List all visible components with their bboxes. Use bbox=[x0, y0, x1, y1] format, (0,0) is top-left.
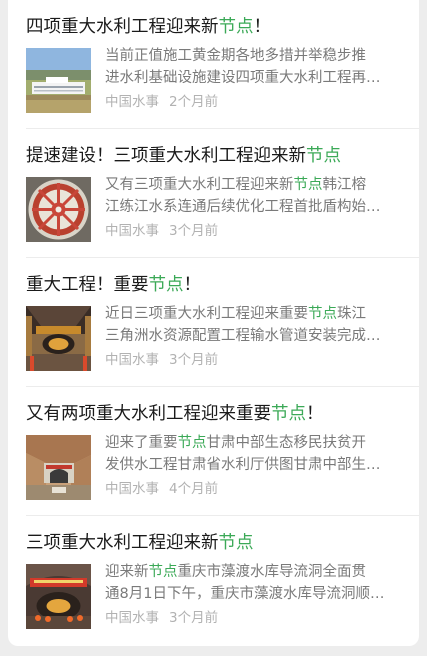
title-text: 三项重大水利工程迎来新 bbox=[26, 533, 219, 553]
article-time: 3个月前 bbox=[169, 610, 219, 626]
title-keyword-highlight: 节点 bbox=[218, 17, 254, 37]
article-thumbnail[interactable] bbox=[26, 306, 91, 371]
news-list-item[interactable]: 又有两项重大水利工程迎来重要节点！ 迎来了重要节点甘肃中部生态移民扶贫开 发供水… bbox=[8, 387, 419, 516]
canyon-tunnel-portal-photo-icon bbox=[26, 435, 91, 500]
article-title[interactable]: 重大工程！重要节点！ bbox=[26, 274, 409, 296]
article-meta: 中国水事 3个月前 bbox=[105, 609, 218, 627]
pipeline-construction-photo-icon bbox=[26, 306, 91, 371]
snippet-text: 又有三项重大水利工程迎来新 bbox=[105, 177, 294, 193]
snippet-line-1: 迎来了重要节点甘肃中部生态移民扶贫开 bbox=[105, 432, 405, 454]
article-time: 3个月前 bbox=[169, 352, 219, 368]
article-source: 中国水事 bbox=[105, 610, 159, 626]
snippet-text: 珠江 bbox=[337, 306, 366, 322]
article-meta: 中国水事 3个月前 bbox=[105, 222, 218, 240]
snippet-text: 迎来了重要 bbox=[105, 435, 178, 451]
article-meta: 中国水事 3个月前 bbox=[105, 351, 218, 369]
article-snippet: 当前正值施工黄金期各地多措并举稳步推 进水利基础设施建设四项重大水利工程再… bbox=[105, 45, 405, 89]
snippet-line-1: 迎来新节点重庆市藻渡水库导流洞全面贯 bbox=[105, 561, 405, 583]
article-source: 中国水事 bbox=[105, 352, 159, 368]
article-thumbnail[interactable] bbox=[26, 177, 91, 242]
snippet-text: 重庆市藻渡水库导流洞全面贯 bbox=[177, 564, 367, 580]
article-title[interactable]: 又有两项重大水利工程迎来重要节点！ bbox=[26, 403, 409, 425]
title-text: 又有两项重大水利工程迎来重要 bbox=[26, 404, 271, 424]
white-building-landscape-photo-icon bbox=[26, 48, 91, 113]
tunnel-breakthrough-celebration-photo-icon bbox=[26, 564, 91, 629]
article-snippet: 迎来了重要节点甘肃中部生态移民扶贫开 发供水工程甘肃省水利厅供图甘肃中部生… bbox=[105, 432, 405, 476]
article-source: 中国水事 bbox=[105, 481, 159, 497]
snippet-line-1: 又有三项重大水利工程迎来新节点韩江榕 bbox=[105, 174, 405, 196]
news-list-item[interactable]: 提速建设！三项重大水利工程迎来新节点 又有三项重大水利工程迎来新节点韩江榕 江练… bbox=[8, 129, 419, 258]
article-title[interactable]: 提速建设！三项重大水利工程迎来新节点 bbox=[26, 145, 409, 167]
snippet-keyword-highlight: 节点 bbox=[308, 306, 337, 322]
news-list-item[interactable]: 重大工程！重要节点！ 近日三项重大水利工程迎来重要节点珠江 三角洲水资源配置工程… bbox=[8, 258, 419, 387]
article-source: 中国水事 bbox=[105, 94, 159, 110]
title-text: 提速建设！三项重大水利工程迎来新 bbox=[26, 146, 306, 166]
title-text-end: ！ bbox=[253, 17, 272, 37]
title-keyword-highlight: 节点 bbox=[148, 275, 184, 295]
title-keyword-highlight: 节点 bbox=[306, 146, 341, 166]
title-text: 重大工程！重要 bbox=[26, 275, 149, 295]
snippet-keyword-highlight: 节点 bbox=[293, 177, 323, 193]
article-snippet: 又有三项重大水利工程迎来新节点韩江榕 江练江水系连通后续优化工程首批盾构始… bbox=[105, 174, 405, 218]
article-thumbnail[interactable] bbox=[26, 564, 91, 629]
snippet-line-1: 近日三项重大水利工程迎来重要节点珠江 bbox=[105, 303, 405, 325]
tunnel-boring-machine-photo-icon bbox=[26, 177, 91, 242]
article-time: 4个月前 bbox=[169, 481, 219, 497]
snippet-line-2: 通8月1日下午，重庆市藻渡水库导流洞顺… bbox=[105, 586, 385, 602]
snippet-line-2: 发供水工程甘肃省水利厅供图甘肃中部生… bbox=[105, 457, 381, 473]
snippet-keyword-highlight: 节点 bbox=[148, 564, 178, 580]
article-time: 2个月前 bbox=[169, 94, 219, 110]
article-source: 中国水事 bbox=[105, 223, 159, 239]
snippet-line-2: 进水利基础设施建设四项重大水利工程再… bbox=[105, 70, 381, 86]
snippet-text: 甘肃中部生态移民扶贫开 bbox=[206, 435, 367, 451]
snippet-line-2: 江练江水系连通后续优化工程首批盾构始… bbox=[105, 199, 381, 215]
article-time: 3个月前 bbox=[169, 223, 219, 239]
title-text-end: ！ bbox=[183, 275, 202, 295]
title-keyword-highlight: 节点 bbox=[218, 533, 254, 553]
snippet-text: 韩江榕 bbox=[322, 177, 367, 193]
title-text: 四项重大水利工程迎来新 bbox=[26, 17, 219, 37]
title-text-end: ！ bbox=[306, 404, 324, 424]
article-title[interactable]: 三项重大水利工程迎来新节点 bbox=[26, 532, 409, 554]
snippet-text: 近日三项重大水利工程迎来重要 bbox=[105, 306, 308, 322]
article-meta: 中国水事 2个月前 bbox=[105, 93, 218, 111]
title-keyword-highlight: 节点 bbox=[271, 404, 306, 424]
snippet-line-1: 当前正值施工黄金期各地多措并举稳步推 bbox=[105, 45, 405, 67]
article-thumbnail[interactable] bbox=[26, 48, 91, 113]
snippet-keyword-highlight: 节点 bbox=[177, 435, 207, 451]
article-meta: 中国水事 4个月前 bbox=[105, 480, 218, 498]
news-list-item[interactable]: 三项重大水利工程迎来新节点 迎来新节点重庆市藻渡水库导流洞全面贯 通8月1日下午… bbox=[8, 516, 419, 645]
article-snippet: 近日三项重大水利工程迎来重要节点珠江 三角洲水资源配置工程输水管道安装完成… bbox=[105, 303, 405, 347]
snippet-line-2: 三角洲水资源配置工程输水管道安装完成… bbox=[105, 328, 381, 344]
news-list-item[interactable]: 四项重大水利工程迎来新节点！ 当前正值施工黄金期各地多措并举稳步推 进水利基础设… bbox=[8, 0, 419, 129]
snippet-text: 迎来新 bbox=[105, 564, 149, 580]
news-list-card: 四项重大水利工程迎来新节点！ 当前正值施工黄金期各地多措并举稳步推 进水利基础设… bbox=[8, 0, 419, 646]
article-snippet: 迎来新节点重庆市藻渡水库导流洞全面贯 通8月1日下午，重庆市藻渡水库导流洞顺… bbox=[105, 561, 405, 605]
article-title[interactable]: 四项重大水利工程迎来新节点！ bbox=[26, 16, 409, 38]
snippet-text: 当前正值施工黄金期各地多措并举稳步推 bbox=[105, 48, 366, 64]
article-thumbnail[interactable] bbox=[26, 435, 91, 500]
